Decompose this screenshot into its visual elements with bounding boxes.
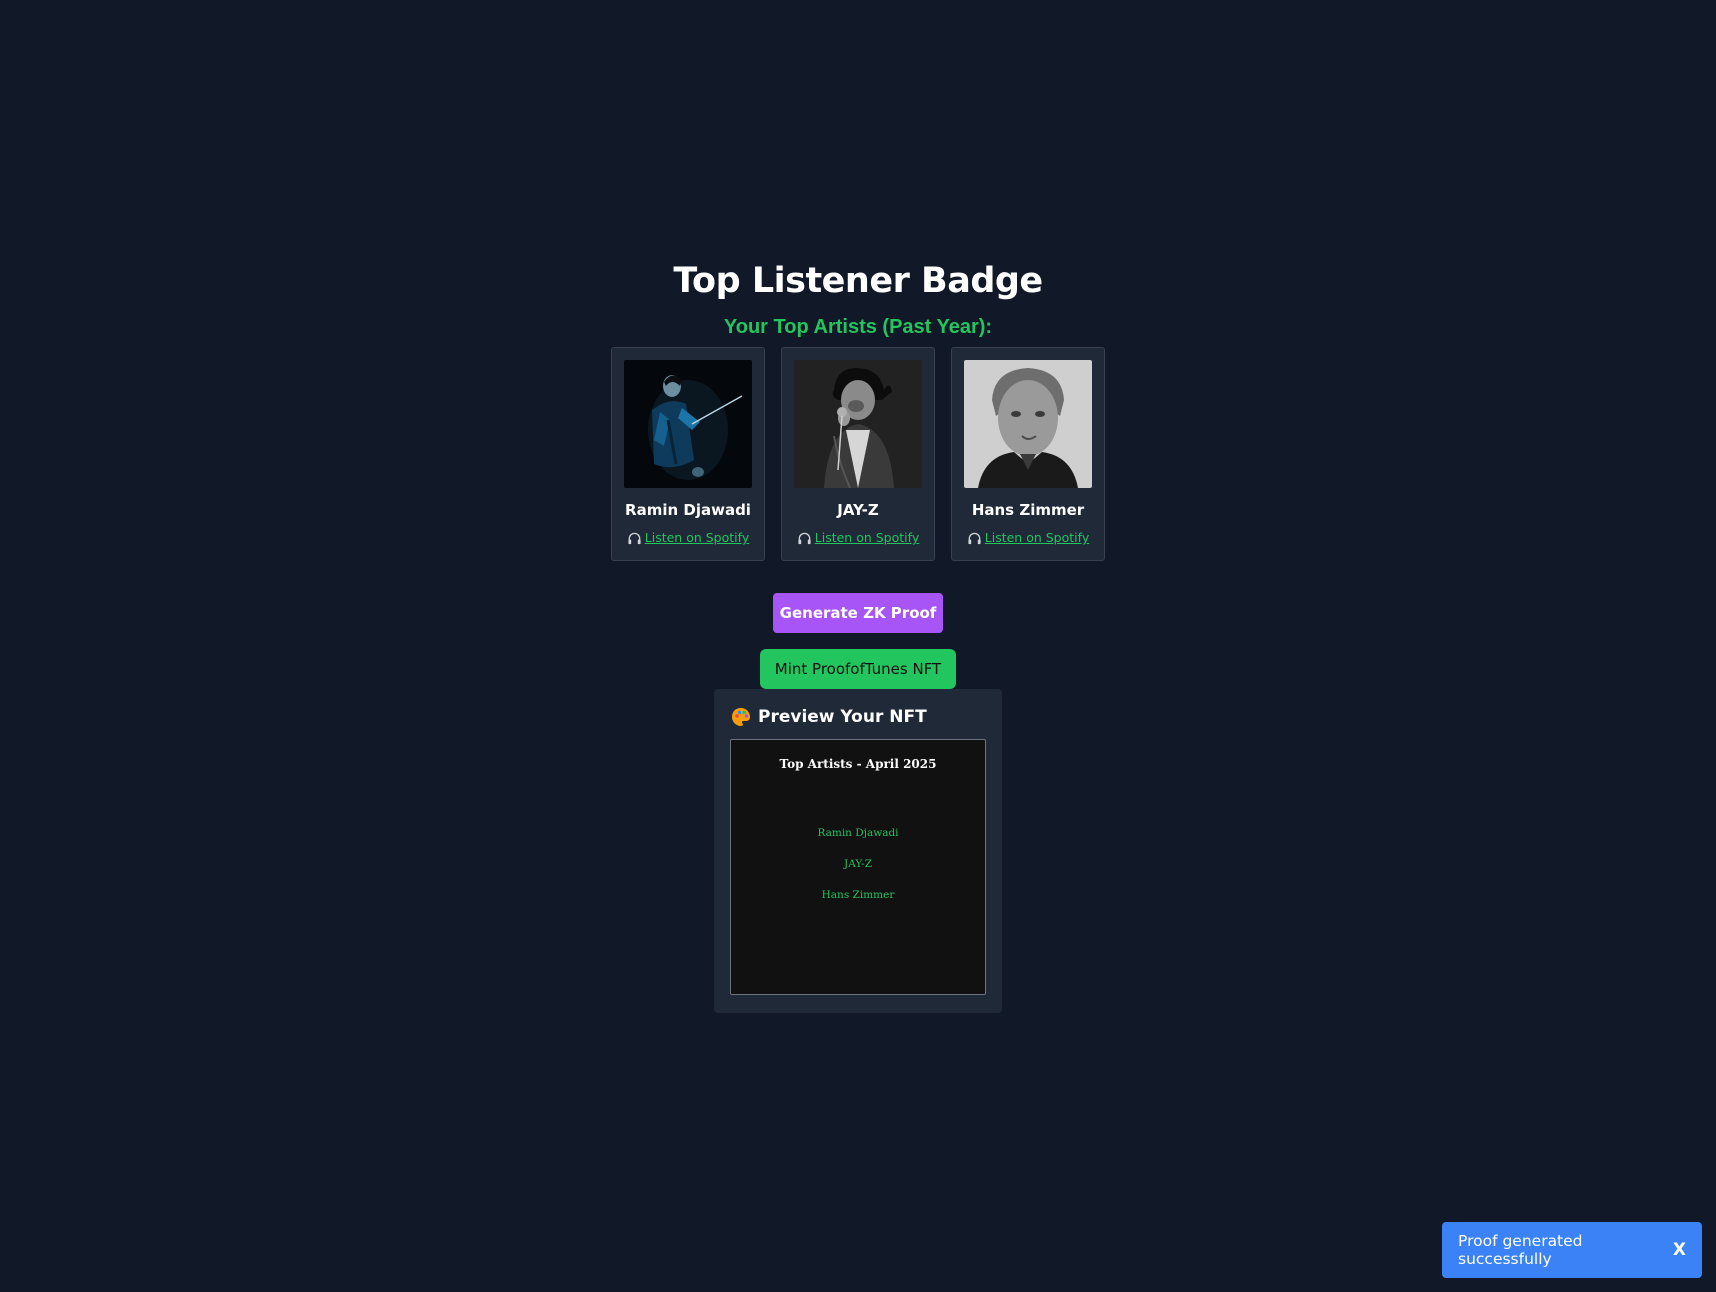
spotify-link[interactable]: Listen on Spotify bbox=[967, 530, 1089, 546]
nft-title: Top Artists - April 2025 bbox=[779, 757, 937, 771]
spotify-link-label: Listen on Spotify bbox=[984, 530, 1090, 545]
artist-photo bbox=[794, 360, 922, 488]
nft-artist: Hans Zimmer bbox=[821, 889, 895, 901]
spotify-link[interactable]: Listen on Spotify bbox=[627, 530, 749, 546]
artist-card: Ramin Djawadi Listen on Spotify bbox=[611, 347, 765, 561]
nft-artist-list: Ramin Djawadi JAY-Z Hans Zimmer bbox=[817, 825, 898, 903]
preview-heading: Preview Your NFT bbox=[730, 705, 986, 729]
page-title: Top Listener Badge bbox=[673, 261, 1043, 301]
artist-name: Ramin Djawadi bbox=[625, 501, 751, 519]
success-toast: Proof generated successfully X bbox=[1442, 1222, 1702, 1278]
spotify-link[interactable]: Listen on Spotify bbox=[797, 530, 919, 546]
nft-artist: Ramin Djawadi bbox=[817, 827, 899, 839]
artist-name: JAY-Z bbox=[837, 501, 879, 519]
artist-list: Ramin Djawadi Listen on Spotify JAY-Z Li… bbox=[611, 347, 1105, 561]
toast-close-button[interactable]: X bbox=[1673, 1240, 1686, 1260]
main-content: Top Listener Badge Your Top Artists (Pas… bbox=[0, 258, 1716, 1013]
preview-heading-label: Preview Your NFT bbox=[758, 707, 927, 727]
nft-preview-panel: Preview Your NFT Top Artists - April 202… bbox=[714, 689, 1002, 1013]
palette-icon bbox=[732, 708, 750, 726]
nft-artist: JAY-Z bbox=[844, 858, 872, 870]
top-artists-subtitle: Your Top Artists (Past Year): bbox=[723, 316, 993, 338]
page: Top Listener Badge Your Top Artists (Pas… bbox=[0, 0, 1716, 1292]
mint-nft-button[interactable]: Mint ProofofTunes NFT bbox=[760, 649, 956, 689]
artist-card: JAY-Z Listen on Spotify bbox=[781, 347, 935, 561]
toast-message: Proof generated successfully bbox=[1458, 1232, 1583, 1268]
generate-zk-proof-button[interactable]: Generate ZK Proof bbox=[773, 593, 943, 633]
headphones-icon bbox=[798, 532, 811, 544]
headphones-icon bbox=[628, 532, 641, 544]
nft-preview-card: Top Artists - April 2025 Ramin Djawadi J… bbox=[730, 739, 986, 995]
artist-photo bbox=[964, 360, 1092, 488]
headphones-icon bbox=[968, 532, 981, 544]
artist-card: Hans Zimmer Listen on Spotify bbox=[951, 347, 1105, 561]
artist-photo bbox=[624, 360, 752, 488]
artist-name: Hans Zimmer bbox=[971, 501, 1085, 519]
spotify-link-label: Listen on Spotify bbox=[644, 530, 750, 545]
spotify-link-label: Listen on Spotify bbox=[814, 530, 920, 545]
